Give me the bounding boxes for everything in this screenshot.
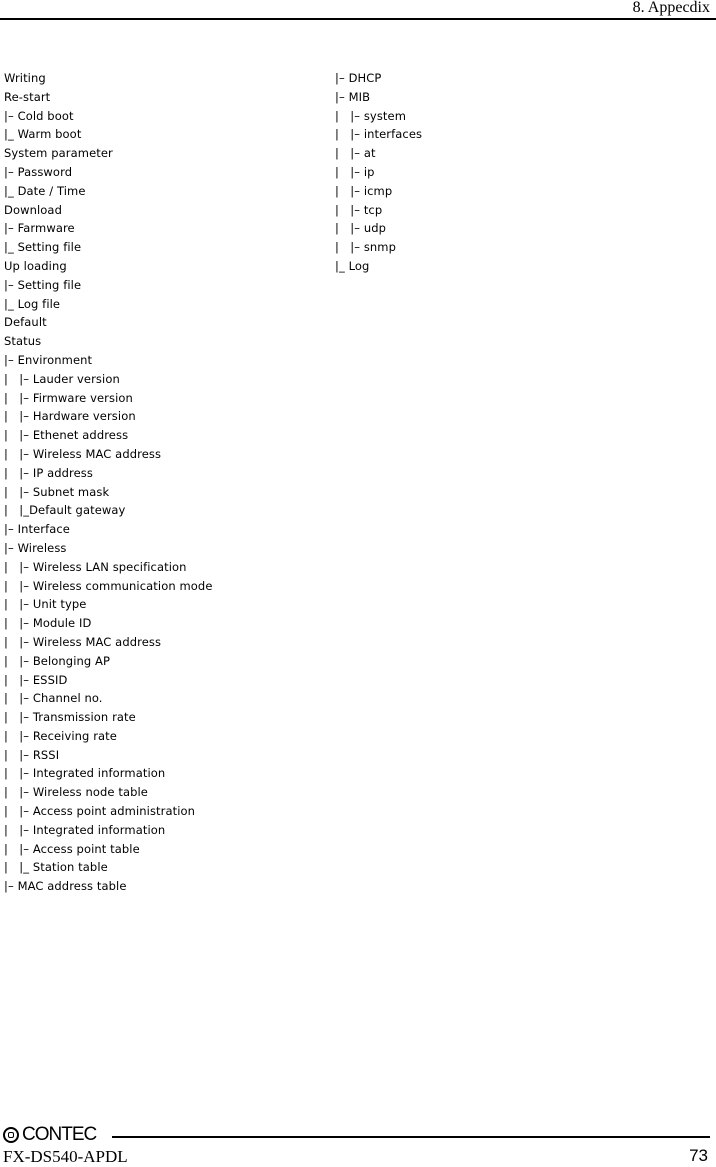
header-divider	[0, 18, 716, 20]
menu-tree-item: |– MAC address table	[4, 879, 127, 894]
menu-tree-item: | |– Transmission rate	[4, 710, 136, 725]
menu-tree-item: |– Cold boot	[4, 108, 74, 123]
menu-tree-item: | |– Integrated information	[4, 822, 166, 837]
menu-tree-item: |_ Setting file	[4, 240, 82, 255]
menu-tree-item: | |– tcp	[335, 202, 383, 217]
menu-tree-item: | |– Wireless MAC address	[4, 446, 162, 461]
menu-tree-item: Download	[4, 202, 62, 217]
model-name: FX-DS540-APDL	[3, 1147, 128, 1166]
menu-tree-item: |_ Log file	[4, 296, 61, 311]
menu-tree-item: Up loading	[4, 258, 67, 273]
menu-tree-item: |– Setting file	[4, 277, 82, 292]
page-number: 73	[689, 1146, 708, 1165]
menu-tree-item: | |– Unit type	[4, 597, 87, 612]
brand-name: CONTEC	[22, 1124, 97, 1145]
menu-tree-item: | |– RSSI	[4, 747, 60, 762]
menu-tree-item: |_ Log	[335, 258, 370, 273]
menu-tree-item: | |– Receiving rate	[4, 728, 117, 743]
menu-tree-right-column: |– DHCP |– MIB | |– system | |– interfaces |…	[335, 69, 422, 276]
menu-tree-item: |_ Date / Time	[4, 183, 86, 198]
menu-tree-item: |– Password	[4, 164, 73, 179]
menu-tree-item: |– Farmware	[4, 221, 75, 236]
menu-tree-item: Re-start	[4, 89, 51, 104]
menu-tree-item: | |– at	[335, 146, 376, 161]
contec-logo-icon	[3, 1127, 19, 1143]
menu-tree-item: | |– icmp	[335, 183, 393, 198]
menu-tree-item: | |– interfaces	[335, 127, 423, 142]
menu-tree-item: | |– Access point administration	[4, 804, 196, 819]
menu-tree-item: | |– udp	[335, 221, 387, 236]
menu-tree-item: | |– Subnet mask	[4, 484, 110, 499]
menu-tree-item: | |– ESSID	[4, 672, 68, 687]
menu-tree-item: | |– Integrated information	[4, 766, 166, 781]
menu-tree-item: | |– Wireless communication mode	[4, 578, 213, 593]
menu-tree-item: |– DHCP	[335, 71, 382, 85]
footer-divider	[112, 1136, 710, 1138]
menu-tree-item: | |– system	[335, 108, 406, 123]
menu-tree-item: | |– Wireless LAN specification	[4, 559, 187, 574]
menu-tree-item: Status	[4, 334, 42, 349]
menu-tree-item: | |– Wireless MAC address	[4, 634, 162, 649]
menu-tree-item: |– Environment	[4, 352, 93, 367]
menu-tree-item: | |– Wireless node table	[4, 785, 148, 800]
menu-tree-item: | |– Access point table	[4, 841, 140, 856]
menu-tree-item: |– MIB	[335, 89, 371, 104]
menu-tree-item: |– Wireless	[4, 540, 67, 555]
menu-tree-left-column: Writing Re-start |– Cold boot |_ Warm boot S…	[4, 69, 213, 896]
menu-tree-item: | |– Lauder version	[4, 371, 120, 386]
menu-tree-item: | |– Hardware version	[4, 409, 136, 424]
menu-tree-item: | |– Belonging AP	[4, 653, 111, 668]
menu-tree-item: System parameter	[4, 146, 113, 161]
menu-tree-item: | |– Channel no.	[4, 691, 103, 706]
menu-tree-item: | |– ip	[335, 164, 375, 179]
menu-tree-item: | |– Module ID	[4, 616, 92, 631]
menu-tree-item: | |– Ethenet address	[4, 428, 129, 443]
menu-tree-item: | |_Default gateway	[4, 503, 126, 518]
menu-tree-item: |_ Warm boot	[4, 127, 82, 142]
menu-tree-item: | |– IP address	[4, 465, 93, 480]
contec-logo: CONTEC	[3, 1124, 97, 1145]
menu-tree-item: |– Interface	[4, 522, 70, 537]
menu-tree-item: | |_ Station table	[4, 860, 108, 875]
section-title: 8. Appecdix	[632, 0, 710, 16]
menu-tree-item: Writing	[4, 71, 46, 85]
menu-tree-item: | |– Firmware version	[4, 390, 133, 405]
menu-tree-item: | |– snmp	[335, 240, 397, 255]
menu-tree-item: Default	[4, 315, 47, 330]
